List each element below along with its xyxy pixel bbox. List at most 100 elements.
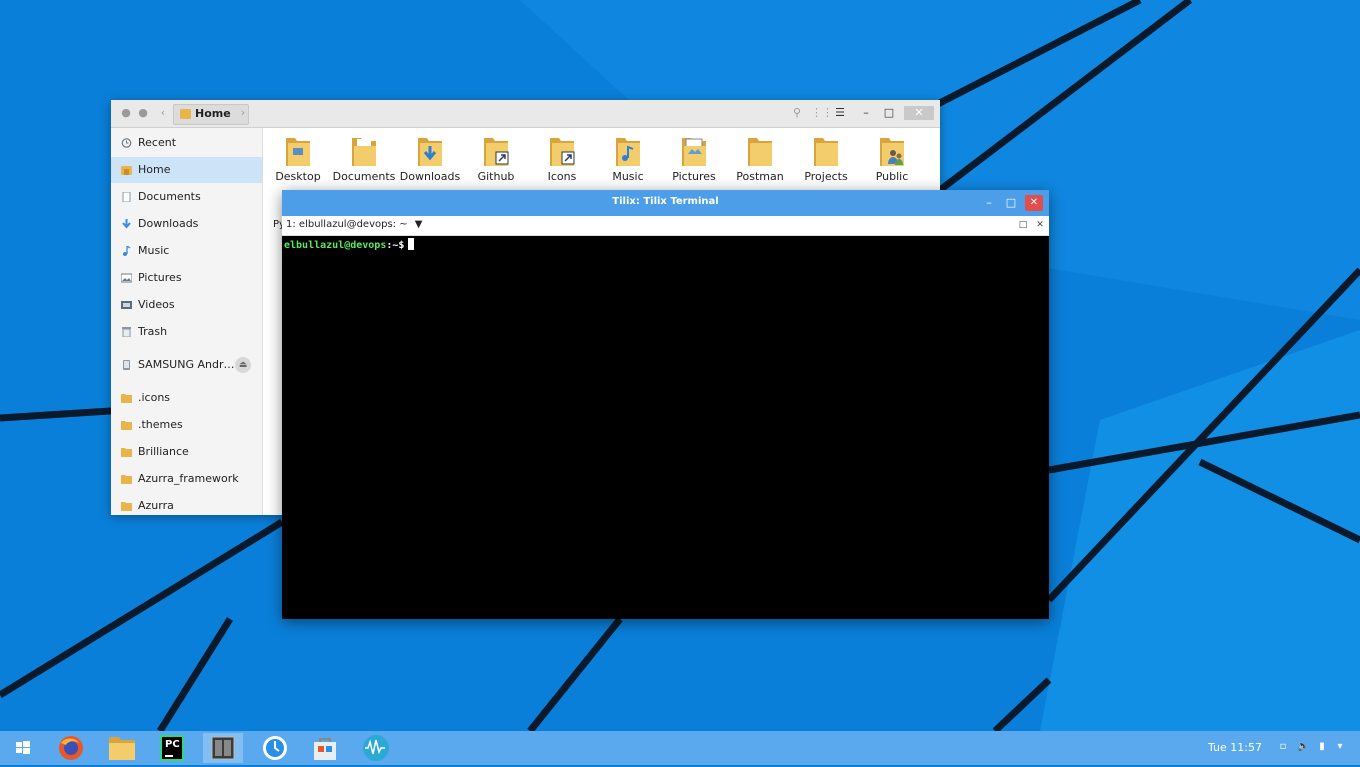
- battery-icon[interactable]: ▮: [1316, 741, 1328, 753]
- folder-github[interactable]: Github: [465, 132, 527, 188]
- folder-documents-icon: [352, 138, 376, 166]
- sidebar-item-downloads[interactable]: Downloads: [111, 211, 262, 237]
- sidebar-item-label: Documents: [138, 190, 201, 203]
- folder-icon: [121, 502, 132, 511]
- shell-prompt: elbullazul@devops:~$: [284, 238, 415, 251]
- shopping-bag-icon: [314, 738, 336, 760]
- sidebar-item-brilliance[interactable]: Brilliance: [111, 439, 262, 465]
- folder-downloads-icon: [418, 138, 442, 166]
- sidebar-item-music[interactable]: Music: [111, 238, 262, 264]
- folder-postman[interactable]: Postman: [729, 132, 791, 188]
- sidebar-item-label: Music: [138, 244, 170, 257]
- folder-pictures[interactable]: Pictures: [663, 132, 725, 188]
- pycharm-icon[interactable]: PC: [152, 733, 192, 763]
- folder-public[interactable]: Public: [861, 132, 923, 188]
- timeshift-icon[interactable]: [255, 733, 295, 763]
- folder-downloads[interactable]: Downloads: [399, 132, 461, 188]
- home-folder-icon: [180, 109, 191, 119]
- file-manager-icon[interactable]: [102, 733, 142, 763]
- sidebar-item-label: SAMSUNG Andr…: [138, 358, 235, 371]
- folder-label: Documents: [332, 170, 396, 183]
- session-selector[interactable]: 1: elbullazul@devops: ~ ▼: [286, 219, 423, 230]
- path-left-arrow-icon[interactable]: ‹: [155, 105, 171, 121]
- clock[interactable]: Tue 11:57: [1208, 741, 1262, 754]
- folder-label: Icons: [547, 170, 577, 183]
- folder-music[interactable]: Music: [597, 132, 659, 188]
- close-button[interactable]: ✕: [904, 106, 934, 120]
- timeshift-logo-icon: [263, 736, 287, 760]
- maximize-terminal-icon[interactable]: □: [1017, 219, 1029, 231]
- terminal-titlebar[interactable]: Tilix: Tilix Terminal – □ ✕: [282, 190, 1049, 216]
- menu-icon[interactable]: ☰: [832, 106, 848, 120]
- audio-recorder-icon[interactable]: [356, 733, 396, 763]
- sidebar-item-samsung-device[interactable]: SAMSUNG Andr… ⏏: [111, 352, 262, 378]
- folder-github-icon: [484, 138, 509, 166]
- sidebar-item-videos[interactable]: Videos: [111, 292, 262, 318]
- sidebar-item-label: .icons: [138, 391, 171, 404]
- folder-label: Projects: [804, 170, 848, 183]
- chevron-down-icon: ▼: [414, 219, 423, 230]
- minimize-icon[interactable]: –: [858, 106, 874, 120]
- terminal-output[interactable]: elbullazul@devops:~$: [282, 236, 1049, 619]
- view-options-icon[interactable]: ⋮⋮: [811, 105, 833, 121]
- close-terminal-icon[interactable]: ✕: [1034, 219, 1046, 231]
- sidebar-item-home[interactable]: Home: [111, 157, 262, 183]
- sidebar-item-azurra-framework[interactable]: Azurra_framework: [111, 466, 262, 492]
- chevron-down-icon[interactable]: ▾: [1334, 741, 1346, 753]
- eject-icon[interactable]: ⏏: [235, 357, 251, 373]
- folder-label: Github: [477, 170, 515, 183]
- folder-icons-icon: [550, 138, 575, 166]
- sidebar-item-label: .themes: [138, 418, 183, 431]
- document-icon: [122, 192, 131, 202]
- sidebar-item-label: Pictures: [138, 271, 182, 284]
- sidebar-item-label: Recent: [138, 136, 177, 149]
- history-back-icon[interactable]: ●: [118, 105, 134, 121]
- folder-label: Postman: [736, 170, 784, 183]
- maximize-icon[interactable]: □: [881, 106, 897, 120]
- folder-desktop[interactable]: Desktop: [267, 132, 329, 188]
- taskbar: PC Tue 11:57 ▫ 🔈 ▮ ▾: [0, 731, 1360, 765]
- sidebar-item-label: Downloads: [138, 217, 199, 230]
- text-cursor: [408, 238, 415, 250]
- folder-icon: [109, 737, 135, 760]
- minimize-icon[interactable]: –: [982, 196, 996, 210]
- terminal-title: Tilix: Tilix Terminal: [612, 196, 719, 207]
- sidebar-item-trash[interactable]: Trash: [111, 319, 262, 345]
- music-note-icon: [123, 246, 131, 256]
- waveform-icon: [363, 735, 389, 761]
- software-store-icon[interactable]: [305, 733, 345, 763]
- sidebar-item-azurra[interactable]: Azurra: [111, 493, 262, 515]
- folder-label: Music: [612, 170, 644, 183]
- terminal-session-bar: 1: elbullazul@devops: ~ ▼ □ ✕: [282, 216, 1049, 236]
- volume-icon[interactable]: 🔈: [1297, 741, 1309, 753]
- sidebar-item-label: Home: [138, 163, 171, 176]
- sidebar-item-pictures[interactable]: Pictures: [111, 265, 262, 291]
- session-label: 1: elbullazul@devops: ~: [286, 219, 408, 230]
- sidebar-item-themes[interactable]: .themes: [111, 412, 262, 438]
- folder-projects[interactable]: Projects: [795, 132, 857, 188]
- tilix-icon[interactable]: [203, 733, 243, 763]
- close-button[interactable]: ✕: [1025, 195, 1043, 211]
- path-right-arrow-icon[interactable]: ›: [235, 105, 251, 121]
- sidebar-item-icons[interactable]: .icons: [111, 385, 262, 411]
- sidebar-item-recent[interactable]: Recent: [111, 130, 262, 156]
- sidebar-item-documents[interactable]: Documents: [111, 184, 262, 210]
- home-icon: [121, 166, 132, 175]
- start-menu-icon[interactable]: [3, 733, 43, 763]
- folder-public-icon: [880, 138, 904, 166]
- folder-projects-icon: [814, 138, 838, 166]
- folder-music-icon: [616, 138, 640, 166]
- firefox-icon[interactable]: [51, 733, 91, 763]
- firefox-logo-icon: [59, 736, 83, 760]
- history-forward-icon[interactable]: ●: [135, 105, 151, 121]
- folder-documents[interactable]: Documents: [333, 132, 395, 188]
- search-icon[interactable]: ⚲: [789, 105, 805, 121]
- network-icon[interactable]: ▫: [1277, 741, 1289, 753]
- video-icon: [121, 301, 132, 309]
- clock-icon: [121, 138, 132, 148]
- folder-label: Desktop: [275, 170, 321, 183]
- folder-icons[interactable]: Icons: [531, 132, 593, 188]
- maximize-icon[interactable]: □: [1004, 196, 1018, 210]
- sidebar-item-label: Trash: [138, 325, 168, 338]
- folder-label: Downloads: [399, 170, 461, 183]
